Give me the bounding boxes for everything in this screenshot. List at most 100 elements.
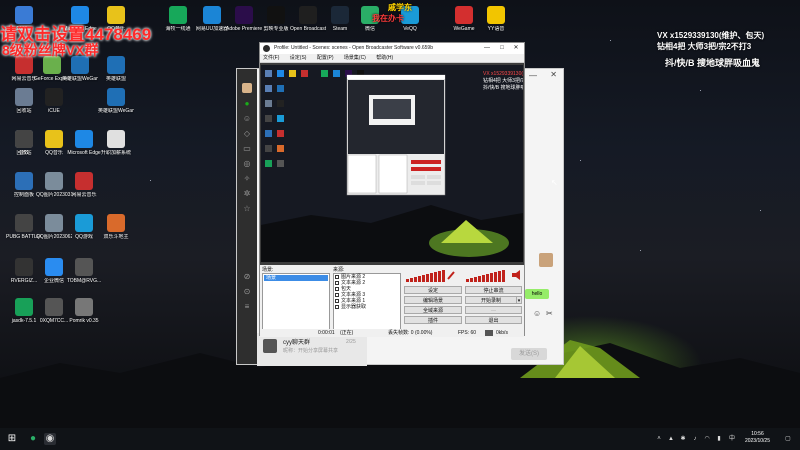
status-bitrate: 0kb/s xyxy=(496,330,508,336)
phone-icon[interactable]: ⊘ xyxy=(242,273,252,281)
settings-button[interactable]: 设定 xyxy=(404,286,462,294)
checkbox[interactable] xyxy=(335,280,339,285)
sources-list[interactable]: 图片来源 2 文本来源 2 包天 文本来源 3 文本来源 1 显示器获取 xyxy=(333,273,401,331)
clock[interactable]: 10:56 2023/10/25 xyxy=(745,431,770,445)
checkbox[interactable] xyxy=(335,304,339,309)
chat-icon[interactable]: ● xyxy=(242,100,252,108)
stop-stream-button[interactable]: 停止串流 xyxy=(465,286,522,294)
emoji-icon[interactable]: ☺ xyxy=(533,309,541,318)
battery-icon[interactable]: ▮ xyxy=(715,435,723,443)
app-icon xyxy=(45,258,63,276)
desktop-icon-label: iCUE xyxy=(48,108,60,114)
record-dropdown-icon[interactable]: ▾ xyxy=(516,296,522,304)
scenes-list[interactable]: 场景 xyxy=(262,273,330,331)
menu-help[interactable]: 帮助(H) xyxy=(376,55,393,61)
volume-icon[interactable]: ♪ xyxy=(691,435,699,443)
app-icon xyxy=(75,298,93,316)
desktop-icon[interactable]: 英雄联盟 xyxy=(98,56,134,82)
miniprogram-icon[interactable]: ☆ xyxy=(242,205,252,213)
desktop-icon-label: 英雄联盟WeGame版 xyxy=(98,108,134,114)
app-icon xyxy=(15,258,33,276)
app-icon xyxy=(15,214,33,232)
menu-scene-collection[interactable]: 场景集(C) xyxy=(344,55,366,61)
close-icon[interactable]: ✕ xyxy=(550,70,557,79)
checkbox[interactable] xyxy=(335,286,339,291)
wifi-icon[interactable]: ◠ xyxy=(703,435,711,443)
desktop-icon[interactable]: YY语音 xyxy=(478,6,514,32)
desktop-icon[interactable]: WeGame xyxy=(446,6,482,32)
send-button[interactable]: 发送(S) xyxy=(511,348,547,360)
start-icon[interactable]: ⊞ xyxy=(6,433,18,445)
chevron-up-icon[interactable]: ˄ xyxy=(655,435,663,443)
desktop-icon[interactable]: 网易UU加速器 xyxy=(194,6,230,32)
desktop-icon[interactable]: 升职加薪系统 xyxy=(98,130,134,156)
start-record-button[interactable]: 开始录制 xyxy=(465,296,517,304)
overlay-right-line1: VX x1529339130(维护、包天) xyxy=(657,31,765,40)
menu-profile[interactable]: 配置(P) xyxy=(317,55,334,61)
checkbox[interactable] xyxy=(335,274,339,279)
desktop-icon[interactable]: 英雄联盟WeGame版 xyxy=(98,88,134,114)
contacts-icon[interactable]: ☺ xyxy=(242,115,252,123)
desktop-icon[interactable]: 网易云音乐 xyxy=(66,172,102,198)
plugins-button[interactable]: 插件 xyxy=(404,316,462,324)
desktop-icon[interactable]: 音效 xyxy=(6,130,42,156)
menu-file[interactable]: 文件(F) xyxy=(263,55,279,61)
checkbox[interactable] xyxy=(335,292,339,297)
message-bubble[interactable]: hello xyxy=(525,289,549,299)
obs-control-panel: 场景: 场景 来源: 图片来源 2 文本来源 2 包天 文本来源 3 文本来源 … xyxy=(260,265,524,335)
notification-icon[interactable]: ▢ xyxy=(784,435,792,443)
desktop-icon[interactable]: 双乐斗地主 xyxy=(98,214,134,240)
minimize-button[interactable]: — xyxy=(480,43,494,54)
scene-item[interactable]: 场景 xyxy=(264,275,328,281)
channels-icon[interactable]: ✧ xyxy=(242,175,252,183)
obs-window[interactable]: Profile: Untitled - Scenes: scenes - Ope… xyxy=(259,42,525,337)
input-language[interactable]: 中 xyxy=(727,435,737,443)
favorites-icon[interactable]: ◇ xyxy=(242,130,252,138)
clock-time: 10:56 xyxy=(751,431,764,437)
desktop-icon[interactable]: 剪映专业版 xyxy=(258,6,294,32)
app-icon xyxy=(15,130,33,148)
avatar-icon[interactable] xyxy=(242,83,252,93)
edit-scene-button[interactable]: 编辑场景 xyxy=(404,296,462,304)
desktop-icon-label: 剪映专业版 xyxy=(263,26,289,32)
minimize-icon[interactable]: — xyxy=(529,71,537,80)
desktop-icon-label: 双乐斗地主 xyxy=(103,234,129,240)
desktop-icon[interactable]: 海牧一线通 xyxy=(160,6,196,32)
global-sources-button[interactable]: 全域来源 xyxy=(404,306,462,314)
menu-icon[interactable]: ≡ xyxy=(242,303,252,311)
desktop-icon[interactable]: Adobe Premiere... xyxy=(226,6,262,32)
desktop-icon-label: Pomrik v0.35 xyxy=(69,318,99,324)
settings-icon[interactable]: ⊙ xyxy=(242,288,252,296)
obs-title-bar[interactable]: Profile: Untitled - Scenes: scenes - Ope… xyxy=(260,43,524,54)
menu-settings[interactable]: 设定(S) xyxy=(290,55,307,61)
exit-button[interactable]: 退出 xyxy=(465,316,522,324)
close-button[interactable]: ✕ xyxy=(509,43,523,54)
maximize-button[interactable]: □ xyxy=(495,43,509,54)
obs-taskbar-icon[interactable]: ◉ xyxy=(44,433,56,445)
desktop-icon[interactable]: Pomrik v0.35 xyxy=(66,298,102,324)
mouse-cursor-icon: ↖ xyxy=(551,178,558,187)
bluetooth-icon[interactable]: ✱ xyxy=(679,435,687,443)
network-icon[interactable]: ▲ xyxy=(667,435,675,443)
taskbar: ⊞ ● ◉ ˄ ▲ ✱ ♪ ◠ ▮ 中 10:56 2023/10/25 ▢ xyxy=(0,428,800,450)
desktop-icon-label: YY语音 xyxy=(487,26,505,32)
wechat-taskbar-icon[interactable]: ● xyxy=(27,433,39,445)
obs-preview[interactable]: VX x1529339130(维护、包天) 钻相4把 大师3把/宗2不打3 抖/… xyxy=(261,65,523,262)
app-icon xyxy=(45,130,63,148)
desktop-icon[interactable]: iCUE xyxy=(36,88,72,114)
moments-icon[interactable]: ◎ xyxy=(242,160,252,168)
checkbox[interactable] xyxy=(335,298,339,303)
desktop-icon-label: WeGame xyxy=(453,26,475,32)
desktop-icon[interactable]: QQ游戏 xyxy=(66,214,102,240)
search-icon[interactable]: ✲ xyxy=(242,190,252,198)
preview-overlay-text-3: 抖/快/B 搜地球胖吸血鬼 xyxy=(483,84,523,91)
desktop-icon[interactable]: TOBM@RVG... xyxy=(66,258,102,284)
desktop-icon[interactable]: Open Broadcaster... xyxy=(290,6,326,32)
contact-avatar[interactable] xyxy=(539,253,553,267)
preview-overlay-text-2: 钻相4把 大师3把/宗2不打3 xyxy=(483,77,523,84)
scissors-icon[interactable]: ✂ xyxy=(546,309,553,318)
folder-icon[interactable]: ▭ xyxy=(242,145,252,153)
app-icon xyxy=(169,6,187,24)
desktop-icon[interactable]: Microsoft Edge xyxy=(66,130,102,156)
source-item[interactable]: 显示器获取 xyxy=(334,304,400,310)
